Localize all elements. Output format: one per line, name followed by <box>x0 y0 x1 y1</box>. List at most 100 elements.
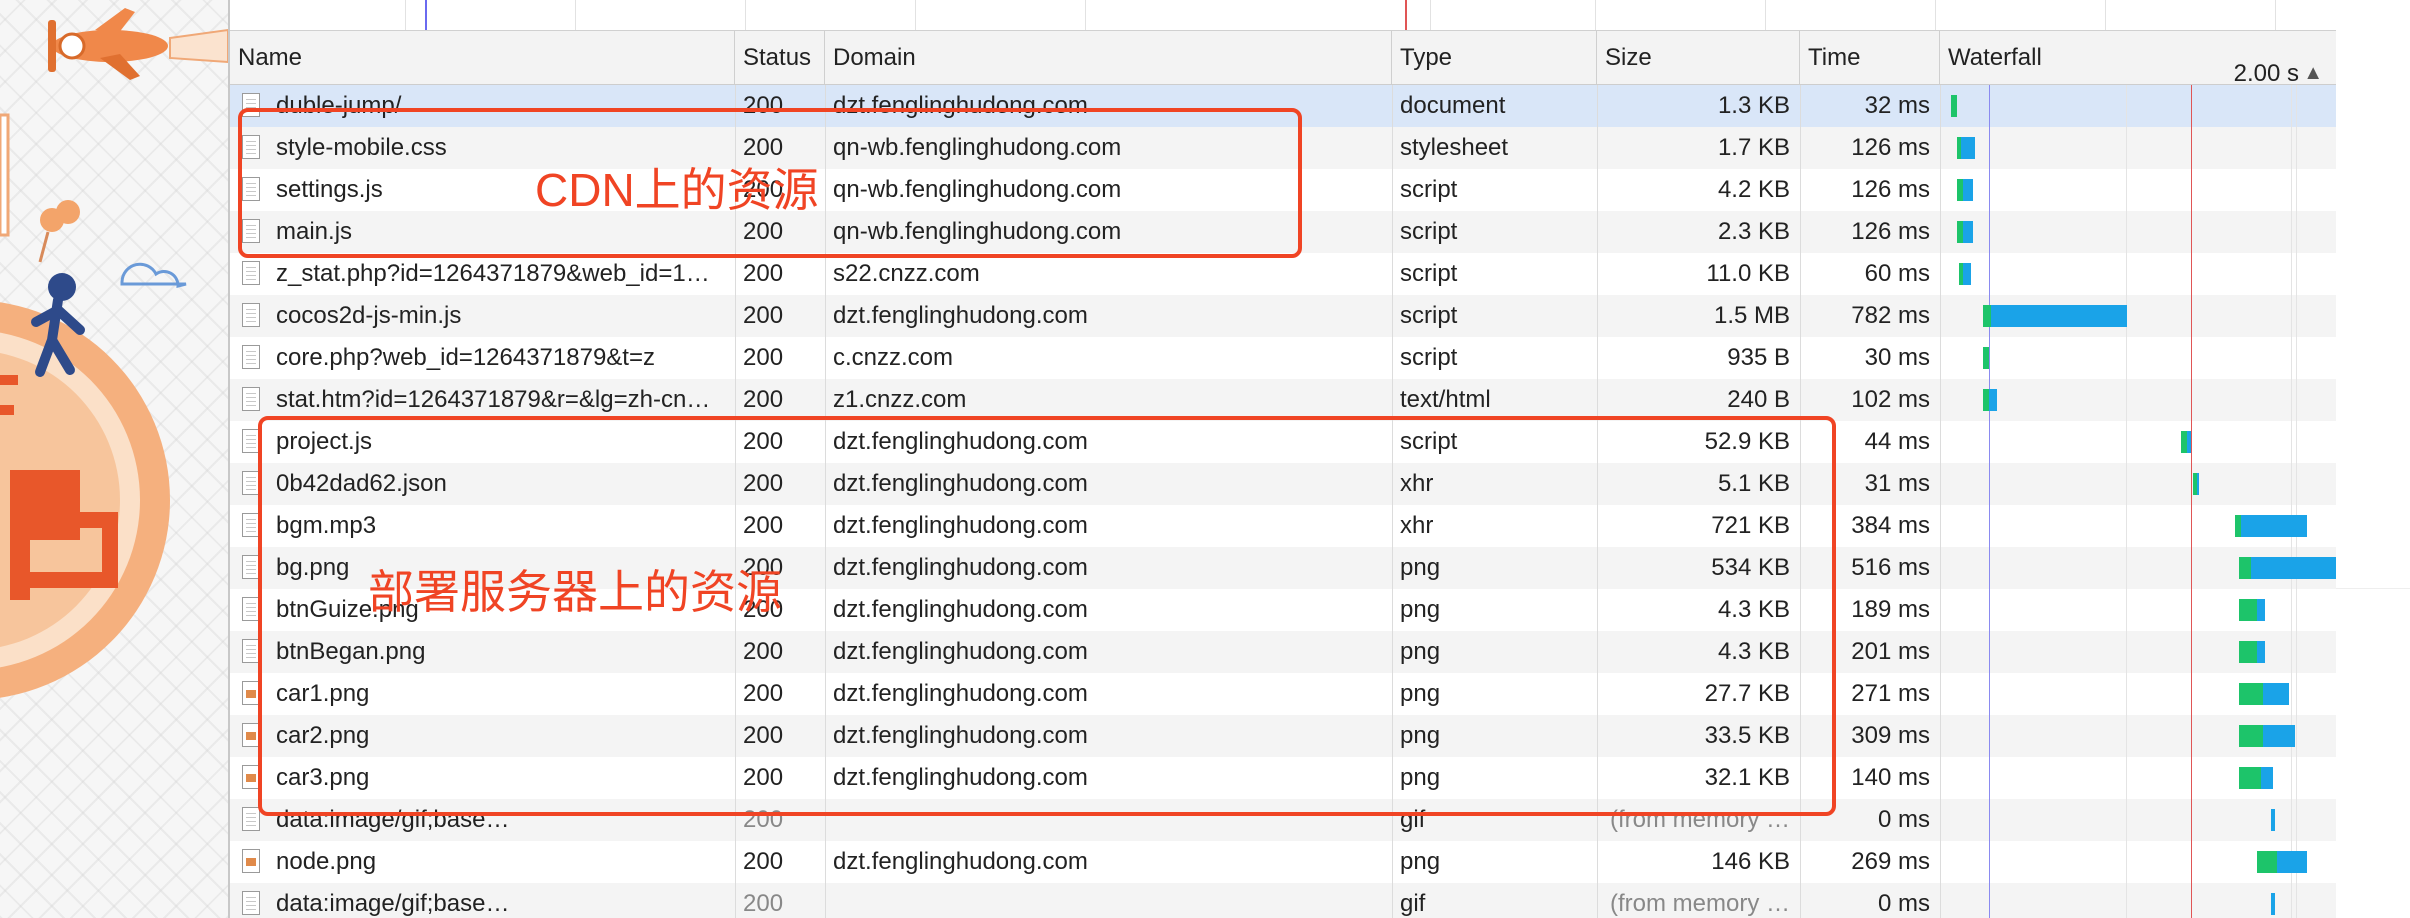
load-event-line <box>2191 85 2192 918</box>
cdn-annotation-label: CDN上的资源 <box>535 164 819 216</box>
waterfall-bar-waiting[interactable] <box>2239 683 2263 705</box>
waterfall-bar-waiting[interactable] <box>2257 851 2277 873</box>
waterfall-bar-download[interactable] <box>1963 179 1973 201</box>
waterfall-bar-download[interactable] <box>2263 683 2289 705</box>
domain-cell: dzt.fenglinghudong.com <box>833 302 1088 329</box>
size-cell: 1.5 MB <box>1713 302 1790 329</box>
type-cell: document <box>1400 92 1506 119</box>
waterfall-bar-download[interactable] <box>2257 599 2265 621</box>
cloud-icon <box>120 262 187 288</box>
waterfall-bar-download[interactable] <box>2197 473 2199 495</box>
name-cell[interactable]: z_stat.php?id=1264371879&web_id=1… <box>230 253 735 295</box>
network-panel: Name Status Domain Type Size Time Waterf… <box>228 0 2338 918</box>
status-cell: 200 <box>743 344 784 371</box>
status-cell: 200 <box>743 302 784 329</box>
type-cell: script <box>1400 176 1458 203</box>
waterfall-bar-waiting[interactable] <box>2239 767 2261 789</box>
column-header-domain[interactable]: Domain <box>825 31 1392 84</box>
name-cell[interactable]: cocos2d-js-min.js <box>230 295 735 337</box>
waterfall-bar-download[interactable] <box>2277 851 2307 873</box>
time-cell: 269 ms <box>1851 848 1930 875</box>
time-cell: 782 ms <box>1851 302 1930 329</box>
status-cell: 200 <box>743 260 784 287</box>
name-cell[interactable]: data:image/gif;base… <box>230 883 735 918</box>
column-header-type[interactable]: Type <box>1392 31 1597 84</box>
column-header-row: Name Status Domain Type Size Time Waterf… <box>230 31 2337 87</box>
waterfall-bar-download[interactable] <box>2263 725 2295 747</box>
size-cell: 11.0 KB <box>1706 260 1790 287</box>
size-cell: 146 KB <box>1711 848 1790 875</box>
image-file-icon <box>242 849 260 873</box>
status-cell: 200 <box>743 890 784 917</box>
type-cell: png <box>1400 848 1441 875</box>
request-name: core.php?web_id=1264371879&t=z <box>276 344 655 371</box>
type-cell: script <box>1400 218 1458 245</box>
waterfall-bar-download[interactable] <box>2251 557 2337 579</box>
right-margin <box>2336 0 2410 918</box>
column-header-status[interactable]: Status <box>735 31 825 84</box>
time-cell: 0 ms <box>1877 890 1930 917</box>
size-cell: 2.3 KB <box>1717 218 1790 245</box>
domain-cell: s22.cnzz.com <box>833 260 980 287</box>
status-cell: 200 <box>743 848 784 875</box>
column-header-time[interactable]: Time <box>1800 31 1940 84</box>
type-cell: script <box>1400 302 1458 329</box>
status-cell: 200 <box>743 386 784 413</box>
waterfall-bar-waiting[interactable] <box>2239 725 2263 747</box>
request-name: data:image/gif;base… <box>276 890 510 917</box>
time-cell: 126 ms <box>1851 134 1930 161</box>
document-file-icon <box>242 387 260 411</box>
waterfall-bar-waiting[interactable] <box>2239 599 2257 621</box>
server-annotation-label: 部署服务器上的资源 <box>368 566 782 618</box>
domain-cell <box>825 883 1392 918</box>
waterfall-bar-waiting[interactable] <box>2239 557 2251 579</box>
type-cell: gif <box>1400 890 1426 917</box>
waterfall-bar-waiting[interactable] <box>1983 347 1989 369</box>
column-header-waterfall[interactable]: Waterfall 2.00 s ▲ <box>1940 31 2337 87</box>
waterfall-bar-download[interactable] <box>2271 893 2275 915</box>
name-cell[interactable]: node.png <box>230 841 735 883</box>
size-cell: 1.7 KB <box>1717 134 1790 161</box>
waterfall-bar-download[interactable] <box>2261 767 2273 789</box>
airplane-icon <box>48 8 228 80</box>
type-cell: stylesheet <box>1400 134 1509 161</box>
name-cell[interactable]: stat.htm?id=1264371879&r=&lg=zh-cn… <box>230 379 735 421</box>
waterfall-bar-download[interactable] <box>1991 305 2127 327</box>
domain-cell: z1.cnzz.com <box>833 386 967 413</box>
request-name: z_stat.php?id=1264371879&web_id=1… <box>276 260 710 287</box>
name-cell[interactable]: core.php?web_id=1264371879&t=z <box>230 337 735 379</box>
document-file-icon <box>242 303 260 327</box>
time-cell: 126 ms <box>1851 218 1930 245</box>
waterfall-bar-download[interactable] <box>1989 389 1997 411</box>
waterfall-bar-download[interactable] <box>2271 809 2275 831</box>
waterfall-bar-download[interactable] <box>2257 641 2265 663</box>
waterfall-bar-download[interactable] <box>2187 431 2191 453</box>
waterfall-bar-download[interactable] <box>2241 515 2307 537</box>
waterfall-bar-waiting[interactable] <box>1983 305 1991 327</box>
document-file-icon <box>242 261 260 285</box>
size-cell: 4.2 KB <box>1717 176 1790 203</box>
waterfall-chart[interactable] <box>1941 85 2337 918</box>
waterfall-bar-download[interactable] <box>1961 137 1975 159</box>
page-background <box>0 0 228 918</box>
dom-content-loaded-line <box>1989 85 1990 918</box>
document-file-icon <box>242 345 260 369</box>
request-name: stat.htm?id=1264371879&r=&lg=zh-cn… <box>276 386 711 413</box>
time-cell: 30 ms <box>1864 344 1930 371</box>
document-file-icon <box>242 807 260 831</box>
request-name: node.png <box>276 848 377 875</box>
waterfall-bar-download[interactable] <box>1963 221 1973 243</box>
time-cell: 126 ms <box>1851 176 1930 203</box>
column-header-name[interactable]: Name <box>230 31 735 84</box>
size-cell: 1.3 KB <box>1717 92 1790 119</box>
domain-cell: c.cnzz.com <box>833 344 954 371</box>
waterfall-label: Waterfall <box>1948 44 2042 71</box>
waterfall-bar-waiting[interactable] <box>1951 95 1957 117</box>
waterfall-bar-download[interactable] <box>1963 263 1971 285</box>
column-header-size[interactable]: Size <box>1597 31 1800 84</box>
waterfall-bar-waiting[interactable] <box>2239 641 2257 663</box>
size-cell: 935 B <box>1727 344 1790 371</box>
domain-cell: dzt.fenglinghudong.com <box>833 848 1088 875</box>
type-cell: script <box>1400 344 1458 371</box>
overview-timeline[interactable] <box>230 0 2337 31</box>
